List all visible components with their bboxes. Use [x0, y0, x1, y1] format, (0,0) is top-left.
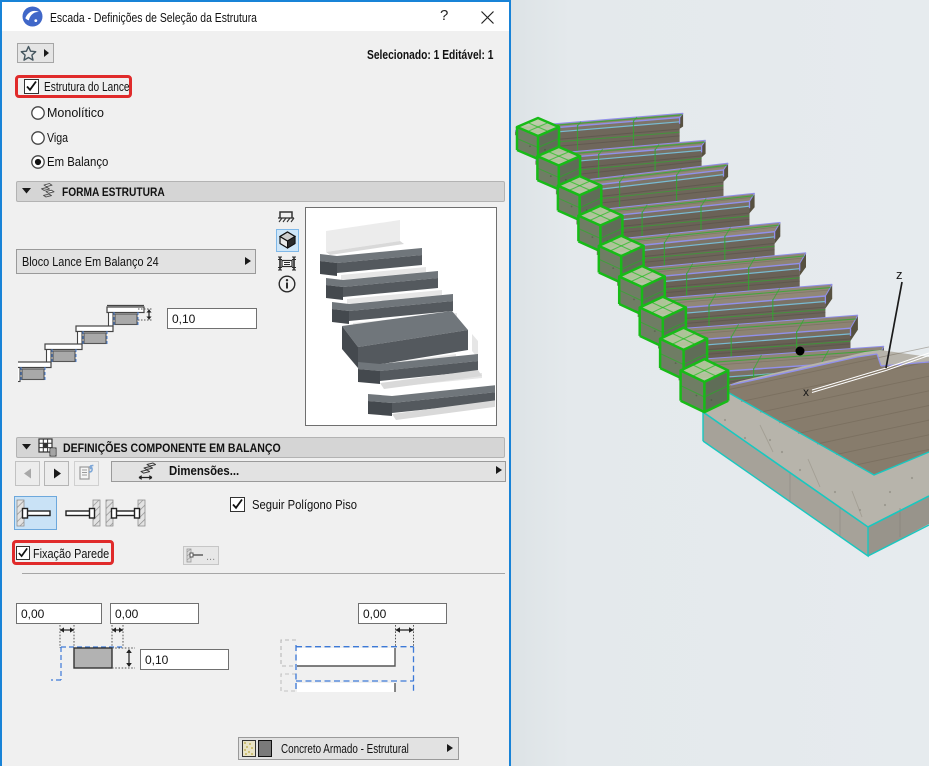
svg-text:z: z — [896, 267, 903, 282]
svg-text:x: x — [803, 385, 809, 399]
